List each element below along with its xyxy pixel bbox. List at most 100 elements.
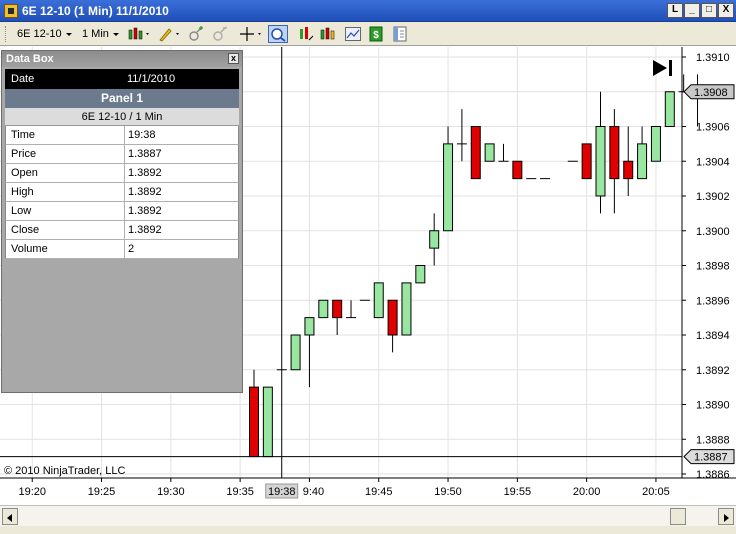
y-tick-label: 1.3896: [696, 295, 730, 307]
x-tick-label: 19:30: [157, 486, 185, 498]
scroll-left-button[interactable]: [2, 508, 18, 525]
chevron-down-icon: [112, 32, 119, 36]
indicators-icon[interactable]: [320, 26, 336, 42]
panel-header: Panel 1: [5, 89, 239, 108]
candle-body: [290, 334, 301, 371]
candle-body: [249, 386, 259, 458]
title-bar: 6E 12-10 (1 Min) 11/1/2010 L _ □ X: [0, 0, 736, 22]
data-box-close-button[interactable]: x: [228, 53, 239, 64]
candle-body: [332, 299, 343, 319]
zoom-out-icon[interactable]: [212, 26, 228, 42]
x-tick-label: 19:20: [18, 486, 46, 498]
x-tick-label: 20:05: [642, 486, 670, 498]
row-key: Open: [11, 167, 38, 179]
candle-body: [262, 386, 273, 458]
maximize-button[interactable]: □: [701, 3, 717, 18]
row-value: 1.3892: [128, 186, 162, 198]
date-value: 11/1/2010: [127, 73, 176, 85]
copyright-text: © 2010 NinjaTrader, LLC: [4, 465, 126, 477]
current-price-label: 1.3908: [694, 87, 728, 99]
instrument-header: 6E 12-10 / 1 Min: [5, 108, 239, 126]
data-row-volume: Volume 2: [5, 240, 239, 259]
window-controls: L _ □ X: [667, 3, 734, 18]
data-box-title: Data Box: [6, 53, 54, 65]
x-tick-label: 9:40: [303, 486, 324, 498]
candle-body: [401, 282, 412, 336]
row-value: 1.3892: [128, 205, 162, 217]
data-box-date-row: Date 11/1/2010: [5, 69, 239, 89]
x-tick-label: 19:55: [504, 486, 532, 498]
chart-style-icon[interactable]: [345, 26, 361, 42]
status-strip: [0, 526, 736, 534]
data-row-close: Close 1.3892: [5, 221, 239, 240]
x-tick-label: 20:00: [573, 486, 601, 498]
candle-body: [318, 299, 329, 319]
row-value: 1.3892: [128, 224, 162, 236]
y-tick-label: 1.3900: [696, 226, 730, 238]
y-tick-label: 1.3904: [696, 156, 730, 168]
link-button[interactable]: L: [667, 3, 683, 18]
scroll-right-button[interactable]: [718, 508, 734, 525]
row-key: Time: [11, 129, 36, 141]
close-button[interactable]: X: [718, 3, 734, 18]
row-key: Price: [11, 148, 37, 160]
y-tick-label: 1.3886: [696, 469, 730, 481]
data-box-icon: [271, 28, 286, 42]
candle-body: [595, 126, 606, 197]
y-tick-label: 1.3910: [696, 52, 730, 64]
row-key: Close: [11, 224, 40, 236]
candle-body: [581, 143, 592, 180]
cursor-time-label: 19:38: [268, 486, 296, 498]
x-tick-label: 19:50: [434, 486, 462, 498]
order-entry-icon[interactable]: $: [368, 26, 384, 42]
drawing-tool-icon[interactable]: [158, 26, 182, 42]
data-row-price: Price 1.3887: [5, 145, 239, 164]
row-key: Volume: [11, 243, 48, 255]
candle-body: [415, 265, 426, 284]
data-box-button[interactable]: [268, 25, 288, 43]
app-icon: [4, 4, 18, 18]
chevron-down-icon: [65, 32, 72, 36]
y-tick-label: 1.3890: [696, 400, 730, 412]
instrument-label: 6E 12-10: [17, 28, 62, 40]
instrument-selector[interactable]: 6E 12-10: [17, 27, 72, 41]
row-value: 1.3887: [128, 148, 162, 160]
row-key: Low: [11, 205, 32, 217]
date-label: Date: [11, 73, 35, 85]
data-box[interactable]: Data Box x Date 11/1/2010 Panel 1 6E 12-…: [1, 50, 243, 393]
crosshair-icon[interactable]: [240, 26, 264, 42]
strategies-icon[interactable]: [298, 26, 314, 42]
data-box-title-bar[interactable]: Data Box x: [2, 51, 242, 67]
scrollbar-thumb[interactable]: [670, 508, 686, 525]
data-row-high: High 1.3892: [5, 183, 239, 202]
toolbar: 6E 12-10 1 Min $: [0, 22, 736, 46]
interval-selector[interactable]: 1 Min: [82, 27, 119, 41]
properties-icon[interactable]: [392, 26, 408, 42]
data-row-open: Open 1.3892: [5, 164, 239, 183]
y-tick-label: 1.3902: [696, 191, 730, 203]
minimize-button[interactable]: _: [684, 3, 700, 18]
data-row-time: Time 19:38: [5, 126, 239, 145]
candle-body: [609, 126, 620, 180]
scroll-to-end-icon[interactable]: [652, 59, 674, 77]
y-tick-label: 1.3906: [696, 122, 730, 134]
candle-body: [470, 126, 481, 180]
candle-body: [304, 317, 315, 336]
bar-type-icon[interactable]: [128, 26, 152, 42]
zoom-in-icon[interactable]: [188, 26, 204, 42]
horizontal-scrollbar[interactable]: [0, 505, 736, 526]
row-value: 19:38: [128, 129, 156, 141]
candle-body: [650, 126, 661, 162]
toolbar-grip[interactable]: [5, 26, 8, 42]
x-tick-label: 19:45: [365, 486, 393, 498]
y-tick-label: 1.3892: [696, 365, 730, 377]
candle-body: [443, 143, 454, 232]
data-row-low: Low 1.3892: [5, 202, 239, 221]
candle-body: [387, 299, 398, 336]
candle-body: [637, 143, 648, 180]
candle-body: [664, 91, 675, 127]
candle-body: [484, 143, 495, 162]
interval-label: 1 Min: [82, 28, 109, 40]
row-value: 1.3892: [128, 167, 162, 179]
candle-body: [512, 160, 523, 180]
